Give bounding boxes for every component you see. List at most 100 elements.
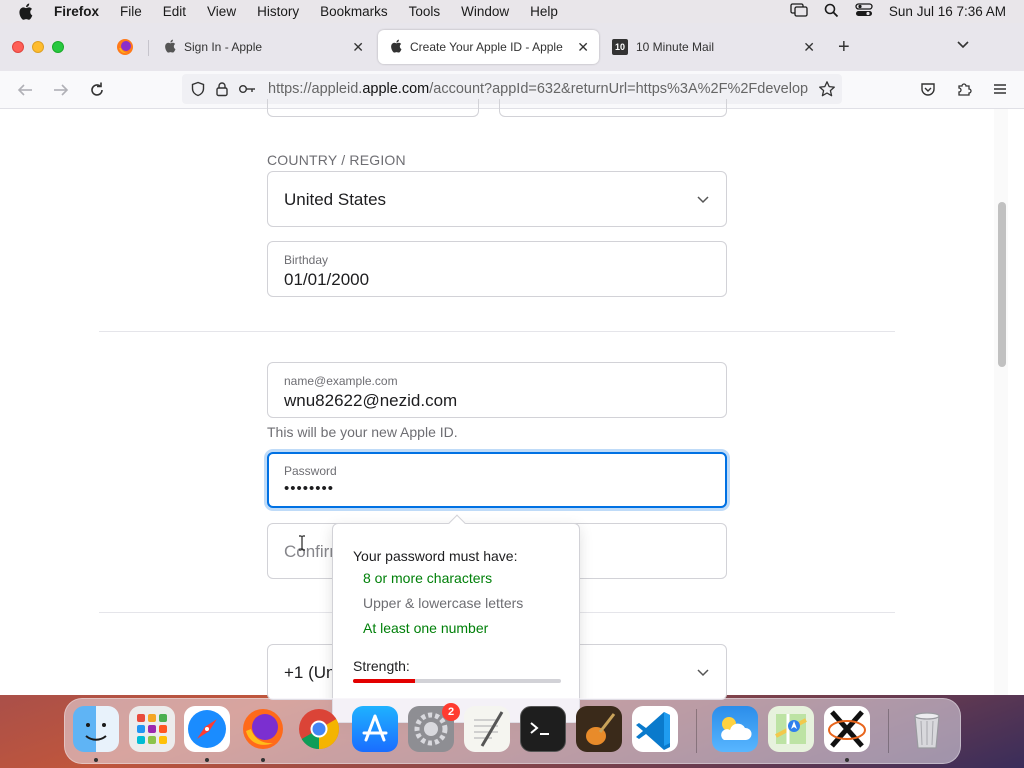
rule-length: 8 or more characters bbox=[363, 570, 493, 586]
password-rules-title: Your password must have: bbox=[353, 548, 518, 564]
notification-badge: 2 bbox=[442, 703, 460, 721]
apple-id-hint: This will be your new Apple ID. bbox=[267, 424, 458, 440]
popover-arrow bbox=[448, 514, 466, 532]
dock-separator bbox=[696, 709, 697, 753]
password-value: •••••••• bbox=[284, 480, 335, 497]
firefox-view-icon[interactable] bbox=[116, 38, 134, 56]
app-store-icon[interactable] bbox=[352, 706, 398, 752]
running-indicator bbox=[261, 758, 265, 762]
list-all-tabs-chevron-icon[interactable] bbox=[956, 38, 970, 57]
tab-title: 10 Minute Mail bbox=[636, 40, 715, 54]
trash-icon[interactable] bbox=[904, 706, 950, 752]
birthday-label: Birthday bbox=[284, 253, 329, 267]
url-prefix: https://appleid. bbox=[268, 81, 363, 97]
terminal-icon[interactable] bbox=[520, 706, 566, 752]
ten-minute-mail-favicon-icon: 10 bbox=[612, 39, 628, 55]
running-indicator bbox=[94, 758, 98, 762]
safari-icon[interactable] bbox=[184, 706, 230, 752]
page-scrollbar-thumb[interactable] bbox=[998, 202, 1006, 367]
bookmark-star-icon[interactable] bbox=[818, 80, 836, 103]
tab-title: Create Your Apple ID - Apple bbox=[410, 40, 563, 54]
country-region-value: United States bbox=[284, 190, 387, 209]
tab-create-apple-id[interactable]: Create Your Apple ID - Apple ✕ bbox=[378, 30, 599, 64]
padlock-icon[interactable] bbox=[214, 81, 230, 97]
birthday-field[interactable]: Birthday 01/01/2000 bbox=[267, 241, 727, 297]
tab-strip: Sign In - Apple ✕ Create Your Apple ID -… bbox=[0, 23, 1024, 71]
menu-edit[interactable]: Edit bbox=[163, 4, 186, 19]
chevron-down-icon bbox=[696, 192, 710, 211]
rule-number: At least one number bbox=[363, 620, 489, 636]
first-name-field[interactable] bbox=[267, 99, 479, 117]
close-window-button[interactable] bbox=[12, 41, 24, 53]
email-value: wnu82622@nezid.com bbox=[284, 391, 458, 410]
vscode-icon[interactable] bbox=[632, 706, 678, 752]
last-name-field[interactable] bbox=[499, 99, 727, 117]
minimize-window-button[interactable] bbox=[32, 41, 44, 53]
password-requirements-popover: Your password must have: 8 or more chara… bbox=[332, 514, 580, 723]
spotlight-search-icon[interactable] bbox=[824, 3, 839, 21]
back-arrow-icon[interactable] bbox=[16, 81, 34, 104]
menu-bookmarks[interactable]: Bookmarks bbox=[320, 4, 388, 19]
dock-separator bbox=[888, 709, 889, 753]
close-tab-icon[interactable]: ✕ bbox=[577, 39, 589, 56]
apple-id-form-page: COUNTRY / REGION United States Birthday … bbox=[0, 99, 994, 723]
reload-icon[interactable] bbox=[88, 81, 106, 104]
menubar-clock[interactable]: Sun Jul 16 7:36 AM bbox=[889, 4, 1006, 19]
url-path: /account?appId=632&returnUrl=https%3A%2F… bbox=[429, 81, 808, 97]
section-divider bbox=[99, 331, 895, 332]
textedit-icon[interactable] bbox=[464, 706, 510, 752]
email-label: name@example.com bbox=[284, 374, 398, 388]
hamburger-menu-icon[interactable] bbox=[992, 81, 1008, 102]
menu-file[interactable]: File bbox=[120, 4, 142, 19]
macos-dock: 2 bbox=[64, 698, 961, 764]
tab-separator bbox=[148, 40, 149, 56]
apple-logo-icon bbox=[390, 39, 402, 56]
window-controls bbox=[12, 41, 64, 53]
launchpad-icon[interactable] bbox=[129, 706, 175, 752]
firefox-icon[interactable] bbox=[240, 706, 286, 752]
tab-10-minute-mail[interactable]: 10 10 Minute Mail ✕ bbox=[600, 30, 825, 64]
running-indicator bbox=[205, 758, 209, 762]
email-field[interactable]: name@example.com wnu82622@nezid.com bbox=[267, 362, 727, 418]
url-text[interactable]: https://appleid.apple.com/account?appId=… bbox=[268, 81, 808, 97]
menu-window[interactable]: Window bbox=[461, 4, 509, 19]
tab-title: Sign In - Apple bbox=[184, 40, 263, 54]
maps-icon[interactable] bbox=[768, 706, 814, 752]
forward-arrow-icon[interactable] bbox=[52, 81, 70, 104]
x11-xquartz-icon[interactable] bbox=[824, 706, 870, 752]
apple-menu-icon[interactable] bbox=[18, 2, 38, 22]
menu-history[interactable]: History bbox=[257, 4, 299, 19]
close-tab-icon[interactable]: ✕ bbox=[803, 39, 815, 56]
close-tab-icon[interactable]: ✕ bbox=[352, 39, 364, 56]
country-region-select[interactable]: United States bbox=[267, 171, 727, 227]
strength-meter-fill bbox=[353, 679, 416, 683]
running-indicator bbox=[845, 758, 849, 762]
macos-menu-bar: Firefox File Edit View History Bookmarks… bbox=[0, 0, 1024, 23]
control-center-icon[interactable] bbox=[855, 3, 873, 20]
apple-logo-icon bbox=[164, 39, 176, 56]
finder-icon[interactable] bbox=[73, 706, 119, 752]
garageband-icon[interactable] bbox=[576, 706, 622, 752]
weather-icon[interactable] bbox=[712, 706, 758, 752]
text-cursor-icon bbox=[298, 535, 306, 556]
menu-app-name[interactable]: Firefox bbox=[54, 4, 99, 19]
pocket-icon[interactable] bbox=[920, 81, 936, 102]
strength-label: Strength: bbox=[353, 658, 410, 674]
rule-case: Upper & lowercase letters bbox=[363, 595, 524, 611]
tab-sign-in-apple[interactable]: Sign In - Apple ✕ bbox=[152, 30, 374, 64]
menu-help[interactable]: Help bbox=[530, 4, 558, 19]
permissions-key-icon[interactable] bbox=[238, 82, 256, 96]
extensions-puzzle-icon[interactable] bbox=[956, 81, 972, 102]
new-tab-plus-icon[interactable]: + bbox=[838, 36, 850, 59]
menu-tools[interactable]: Tools bbox=[409, 4, 441, 19]
url-host: apple.com bbox=[362, 81, 430, 97]
zoom-window-button[interactable] bbox=[52, 41, 64, 53]
menu-view[interactable]: View bbox=[207, 4, 236, 19]
chrome-icon[interactable] bbox=[296, 706, 342, 752]
tracking-protection-shield-icon[interactable] bbox=[190, 81, 206, 97]
password-field[interactable]: Password •••••••• bbox=[267, 452, 727, 508]
strength-meter bbox=[353, 679, 561, 683]
page-scrollbar-track[interactable] bbox=[994, 109, 1008, 695]
screen-mirroring-icon[interactable] bbox=[790, 3, 808, 20]
birthday-value: 01/01/2000 bbox=[284, 270, 370, 289]
